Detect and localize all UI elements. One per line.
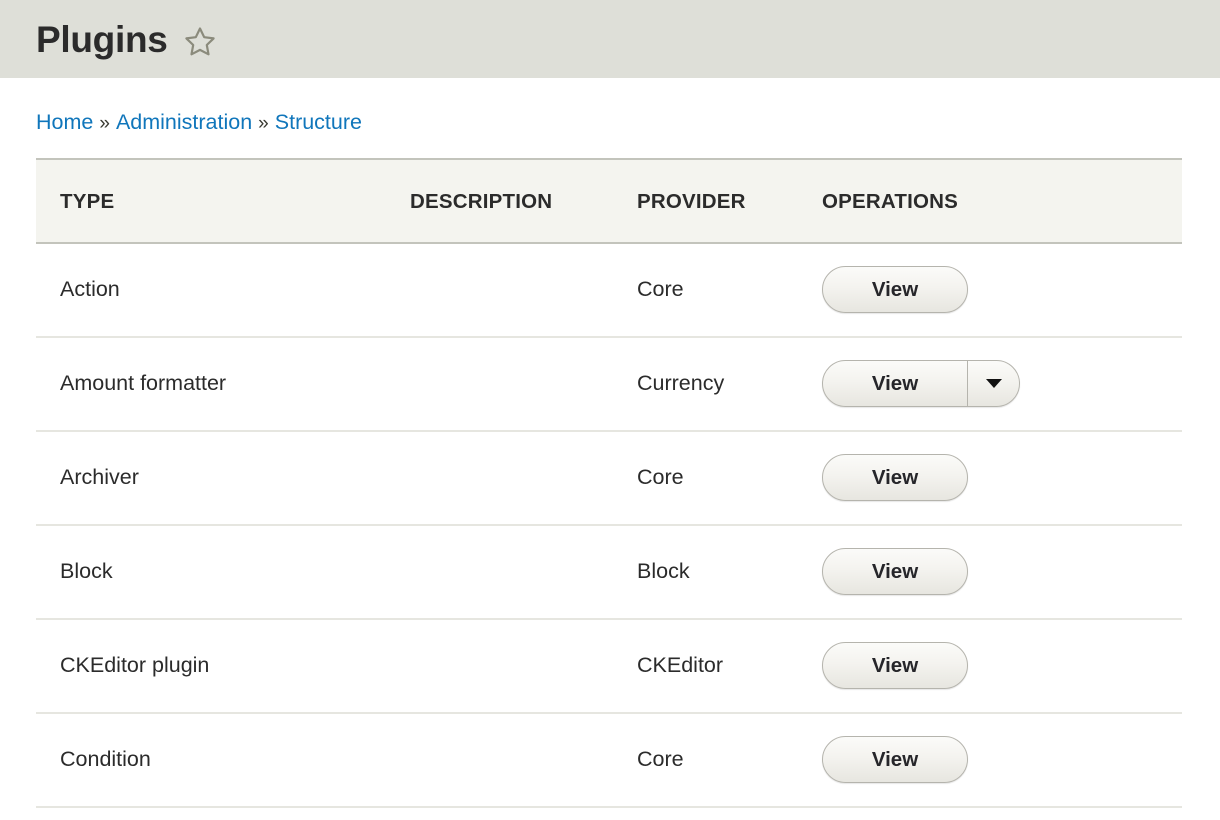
- view-button[interactable]: View: [823, 455, 967, 500]
- table-row: Action Core View: [36, 242, 1182, 338]
- operations-button-group[interactable]: View: [822, 736, 968, 783]
- cell-type: Action: [36, 242, 410, 338]
- breadcrumb-separator: »: [99, 113, 110, 134]
- cell-provider: Core: [637, 430, 822, 526]
- breadcrumb-separator: »: [258, 113, 269, 134]
- cell-type: Condition: [36, 712, 410, 808]
- operations-button-group[interactable]: View: [822, 360, 1020, 407]
- page-header: Plugins: [0, 0, 1220, 78]
- breadcrumb-link-structure[interactable]: Structure: [275, 110, 362, 134]
- cell-type: CKEditor plugin: [36, 618, 410, 714]
- view-button[interactable]: View: [823, 737, 967, 782]
- cell-provider: Core: [637, 242, 822, 338]
- cell-type: Block: [36, 524, 410, 620]
- breadcrumb-link-home[interactable]: Home: [36, 110, 93, 134]
- page-title: Plugins: [36, 18, 168, 60]
- view-button[interactable]: View: [823, 267, 967, 312]
- chevron-down-icon: [985, 379, 1002, 388]
- table-row: Archiver Core View: [36, 430, 1182, 526]
- table-row: Block Block View: [36, 524, 1182, 620]
- table-row: CKEditor plugin CKEditor View: [36, 618, 1182, 714]
- column-header-type[interactable]: TYPE: [36, 157, 410, 244]
- operations-button-group[interactable]: View: [822, 548, 968, 595]
- column-header-operations: OPERATIONS: [822, 157, 1182, 244]
- cell-operations: View: [822, 618, 1182, 714]
- cell-description: [410, 242, 637, 338]
- cell-operations: View: [822, 336, 1182, 432]
- column-header-provider[interactable]: PROVIDER: [637, 157, 822, 244]
- table-header-row: TYPE DESCRIPTION PROVIDER OPERATIONS: [36, 157, 1182, 244]
- operations-button-group[interactable]: View: [822, 454, 968, 501]
- table-body: Action Core View Amount formatter Currency Vi…: [36, 242, 1182, 808]
- cell-description: [410, 430, 637, 526]
- cell-operations: View: [822, 524, 1182, 620]
- cell-description: [410, 336, 637, 432]
- cell-description: [410, 524, 637, 620]
- table-header: TYPE DESCRIPTION PROVIDER OPERATIONS: [36, 157, 1182, 244]
- table-row: Amount formatter Currency View: [36, 336, 1182, 432]
- table-row: Condition Core View: [36, 712, 1182, 808]
- cell-operations: View: [822, 712, 1182, 808]
- breadcrumb: Home » Administration » Structure: [0, 78, 1220, 134]
- cell-operations: View: [822, 430, 1182, 526]
- plugins-table: TYPE DESCRIPTION PROVIDER OPERATIONS Act…: [36, 157, 1182, 808]
- operations-button-group[interactable]: View: [822, 642, 968, 689]
- operations-dropdown-toggle[interactable]: [967, 361, 1019, 406]
- cell-description: [410, 712, 637, 808]
- cell-type: Archiver: [36, 430, 410, 526]
- cell-provider: Block: [637, 524, 822, 620]
- operations-button-group[interactable]: View: [822, 266, 968, 313]
- column-header-description[interactable]: DESCRIPTION: [410, 157, 637, 244]
- star-outline-icon[interactable]: [184, 26, 216, 57]
- breadcrumb-link-administration[interactable]: Administration: [116, 110, 252, 134]
- view-button[interactable]: View: [823, 643, 967, 688]
- cell-provider: Currency: [637, 336, 822, 432]
- cell-provider: Core: [637, 712, 822, 808]
- cell-description: [410, 618, 637, 714]
- plugins-table-container: TYPE DESCRIPTION PROVIDER OPERATIONS Act…: [36, 157, 1182, 808]
- view-button[interactable]: View: [823, 549, 967, 594]
- cell-operations: View: [822, 242, 1182, 338]
- view-button[interactable]: View: [823, 361, 967, 406]
- cell-type: Amount formatter: [36, 336, 410, 432]
- cell-provider: CKEditor: [637, 618, 822, 714]
